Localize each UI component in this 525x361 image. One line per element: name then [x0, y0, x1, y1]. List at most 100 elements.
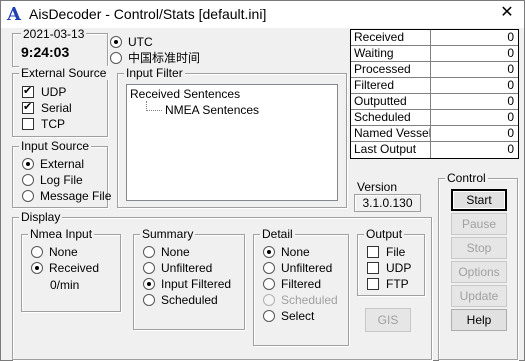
utc-label: UTC	[128, 35, 153, 49]
udp-checkbox[interactable]: UDP	[22, 84, 67, 99]
input-filter-tree[interactable]: Received Sentences NMEA Sentences	[126, 84, 338, 201]
stop-button-label: Stop	[466, 241, 492, 255]
summary-group: Summary None Unfiltered Input Filtered S…	[133, 227, 245, 330]
nmea-none-radio[interactable]: None	[31, 245, 78, 259]
external-radio[interactable]: External	[22, 157, 84, 171]
stats-label: Named Vessels	[351, 126, 431, 141]
clock-date: 2021-03-13	[21, 27, 87, 41]
pause-button[interactable]: Pause	[451, 213, 507, 235]
radio-indicator	[22, 158, 34, 170]
stop-button[interactable]: Stop	[451, 237, 507, 259]
window-title: AisDecoder - Control/Stats [default.ini]	[29, 6, 267, 22]
stats-row: Last Output 0	[351, 142, 518, 158]
summary-unfiltered-label: Unfiltered	[161, 261, 213, 275]
control-group: Control Start Pause Stop Options Update …	[438, 171, 518, 360]
stats-row: Received 0	[351, 30, 518, 46]
version-title: Version	[357, 180, 398, 194]
options-button[interactable]: Options	[451, 261, 507, 283]
stats-label: Scheduled	[351, 110, 431, 125]
output-ftp-checkbox[interactable]: FTP	[367, 277, 409, 291]
stats-label: Processed	[351, 62, 431, 77]
clock-group: 2021-03-13 9:24:03 UTC 中国标准时间	[12, 28, 346, 67]
stats-row: Outputted 0	[351, 94, 518, 110]
serial-label: Serial	[41, 101, 72, 115]
tcp-label: TCP	[41, 117, 65, 131]
stats-value: 0	[507, 78, 514, 92]
check-indicator	[367, 278, 379, 290]
radio-indicator	[22, 174, 34, 186]
detail-filtered-label: Filtered	[281, 277, 322, 291]
stats-row: Processed 0	[351, 62, 518, 78]
check-indicator	[22, 100, 34, 114]
nmea-received-radio[interactable]: Received	[31, 261, 99, 275]
summary-unfiltered-radio[interactable]: Unfiltered	[143, 261, 212, 275]
help-button[interactable]: Help	[451, 309, 507, 331]
close-icon[interactable]: ✕	[497, 4, 517, 22]
clock-time: 9:24:03	[21, 44, 70, 60]
start-button[interactable]: Start	[451, 189, 507, 211]
utc-radio[interactable]: UTC	[110, 35, 153, 49]
tree-child-item[interactable]: NMEA Sentences	[165, 103, 259, 117]
check-indicator	[367, 246, 379, 258]
message-file-radio[interactable]: Message File	[22, 189, 111, 203]
external-source-title: External Source	[19, 66, 109, 80]
radio-indicator	[143, 262, 155, 274]
external-label: External	[40, 157, 85, 171]
stats-value: 0	[507, 62, 514, 76]
summary-none-radio[interactable]: None	[143, 245, 190, 259]
output-file-label: File	[386, 245, 406, 259]
pause-button-label: Pause	[461, 217, 497, 231]
log-file-label: Log File	[40, 173, 83, 187]
radio-indicator	[22, 190, 34, 202]
nmea-rate: 0/min	[50, 278, 80, 292]
tree-root-item[interactable]: Received Sentences	[130, 87, 240, 101]
gis-button[interactable]: GIS	[365, 308, 411, 332]
stats-value: 0	[507, 94, 514, 108]
stats-value: 0	[507, 46, 514, 60]
detail-scheduled-radio[interactable]: Scheduled	[263, 293, 338, 307]
stats-row: Named Vessels 0	[351, 126, 518, 142]
display-title: Display	[19, 210, 63, 224]
summary-scheduled-radio[interactable]: Scheduled	[143, 293, 218, 307]
log-file-radio[interactable]: Log File	[22, 173, 83, 187]
detail-none-label: None	[281, 245, 310, 259]
udp-label: UDP	[41, 85, 67, 99]
nmea-input-group: Nmea Input None Received 0/min	[21, 227, 121, 312]
stats-value: 0	[507, 126, 514, 140]
stats-label: Received	[351, 30, 431, 45]
clock-frame: 2021-03-13 9:24:03	[12, 28, 108, 67]
tree-connector-horizontal	[146, 110, 162, 111]
radio-indicator	[143, 294, 155, 306]
stats-value: 0	[507, 110, 514, 124]
client-area: 2021-03-13 9:24:03 UTC 中国标准时间 External S…	[2, 28, 524, 360]
check-indicator	[22, 118, 34, 130]
detail-select-label: Select	[281, 309, 315, 323]
update-button[interactable]: Update	[451, 285, 507, 307]
detail-filtered-radio[interactable]: Filtered	[263, 277, 321, 291]
title-bar[interactable]: A AisDecoder - Control/Stats [default.in…	[1, 1, 524, 28]
stats-table: Received 0 Waiting 0 Processed 0 Filtered 0 …	[350, 29, 519, 159]
local-time-radio[interactable]: 中国标准时间	[110, 51, 200, 65]
start-button-label: Start	[466, 193, 492, 207]
input-filter-group: Input Filter Received Sentences NMEA Sen…	[117, 66, 347, 208]
radio-indicator	[110, 52, 122, 64]
stats-label: Filtered	[351, 78, 431, 93]
input-source-group: Input Source External Log File Message F…	[12, 139, 111, 208]
summary-none-label: None	[161, 245, 190, 259]
version-value-text: 3.1.0.130	[362, 196, 413, 210]
output-udp-checkbox[interactable]: UDP	[367, 261, 411, 275]
summary-input-filtered-label: Input Filtered	[161, 277, 232, 291]
output-title: Output	[364, 227, 405, 241]
stats-row: Filtered 0	[351, 78, 518, 94]
detail-unfiltered-radio[interactable]: Unfiltered	[263, 261, 332, 275]
serial-checkbox[interactable]: Serial	[22, 100, 72, 115]
output-file-checkbox[interactable]: File	[367, 245, 405, 259]
tcp-checkbox[interactable]: TCP	[22, 117, 65, 131]
detail-group: Detail None Unfiltered Filtered Schedule…	[253, 227, 349, 346]
detail-select-radio[interactable]: Select	[263, 309, 314, 323]
summary-scheduled-label: Scheduled	[161, 293, 218, 307]
summary-input-filtered-radio[interactable]: Input Filtered	[143, 277, 231, 291]
radio-indicator	[110, 36, 122, 48]
detail-none-radio[interactable]: None	[263, 245, 310, 259]
summary-title: Summary	[140, 227, 196, 241]
